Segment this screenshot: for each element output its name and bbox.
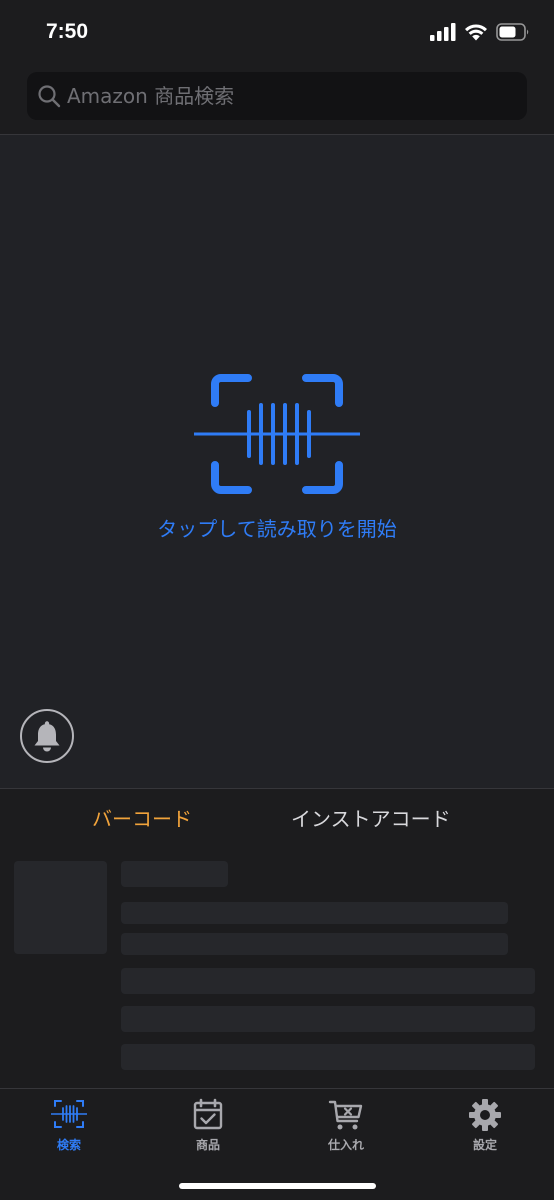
status-icons: [430, 23, 530, 41]
tab-label: 商品: [195, 1138, 220, 1152]
skeleton-line: [121, 861, 228, 887]
search-input[interactable]: [67, 72, 517, 120]
barcode-scan-icon: [51, 1100, 87, 1128]
code-type-section: バーコード インストアコード: [0, 789, 554, 1089]
calendar-check-icon: [193, 1098, 223, 1130]
status-time: 7:50: [46, 20, 89, 43]
notification-button[interactable]: [20, 709, 74, 763]
search-bar-container: [0, 62, 554, 134]
skeleton-line: [121, 933, 508, 955]
skeleton-line: [121, 902, 508, 924]
bell-icon: [34, 721, 60, 752]
cellular-signal-icon: [430, 23, 456, 41]
skeleton-line: [121, 968, 535, 994]
tab-label: 仕入れ: [327, 1138, 364, 1152]
home-indicator[interactable]: [179, 1183, 376, 1189]
cart-x-icon: [328, 1100, 363, 1130]
skeleton-image: [14, 861, 107, 954]
start-scan-button[interactable]: タップして読み取りを開始: [140, 363, 414, 543]
tab-label: 検索: [56, 1138, 81, 1152]
battery-icon: [496, 23, 529, 41]
search-box[interactable]: [27, 72, 527, 120]
search-icon: [38, 85, 61, 108]
tap-to-scan-label: タップして読み取りを開始: [157, 517, 397, 541]
status-bar: 7:50: [0, 0, 554, 62]
tab-products[interactable]: 商品: [158, 1097, 258, 1163]
tab-purchases[interactable]: 仕入れ: [296, 1097, 396, 1163]
skeleton-line: [121, 1006, 535, 1032]
scanner-area[interactable]: タップして読み取りを開始: [0, 135, 554, 788]
tab-settings[interactable]: 設定: [435, 1097, 535, 1163]
tab-label: 設定: [472, 1138, 497, 1152]
segment-barcode[interactable]: バーコード: [92, 803, 192, 833]
segment-instore-code[interactable]: インストアコード: [291, 803, 451, 833]
skeleton-line: [121, 1044, 535, 1070]
gear-icon: [469, 1099, 501, 1131]
barcode-scan-icon: [194, 374, 360, 494]
tab-search[interactable]: 検索: [19, 1097, 119, 1163]
wifi-icon: [465, 24, 487, 41]
